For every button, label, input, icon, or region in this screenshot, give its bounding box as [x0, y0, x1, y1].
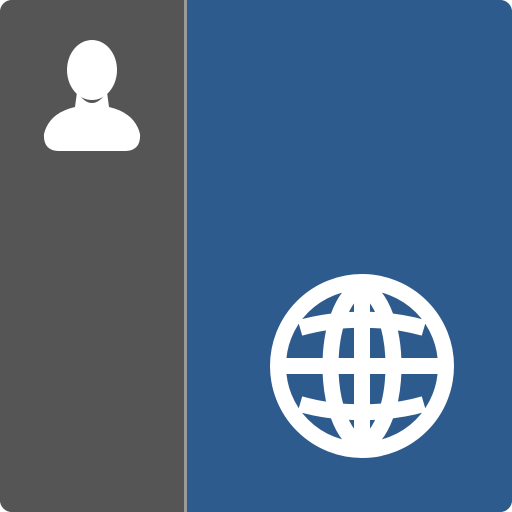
app-tile[interactable] [0, 0, 512, 512]
globe-icon [266, 272, 458, 460]
left-panel [0, 0, 184, 512]
person-silhouette-icon [40, 40, 144, 156]
